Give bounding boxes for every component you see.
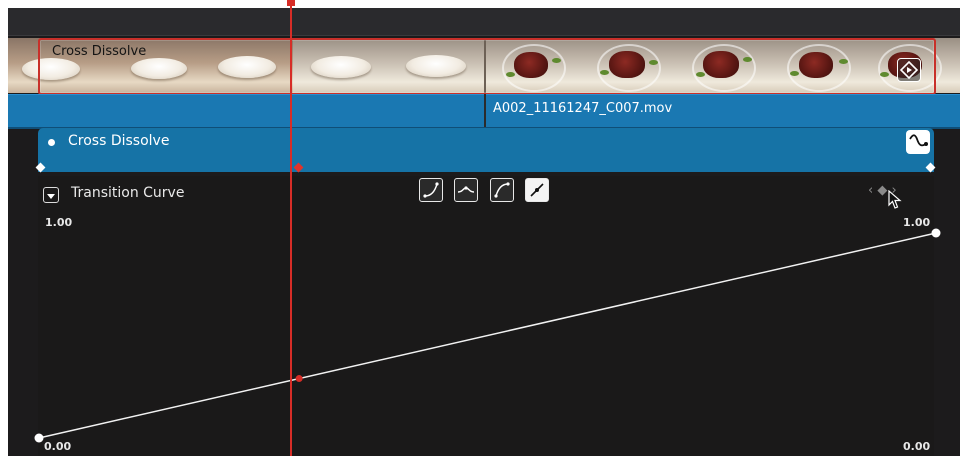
effect-header-bar[interactable]	[38, 128, 934, 158]
timeline-panel: Cross Dissolve A002_11161247_C007.mov Cr…	[8, 8, 960, 456]
ease-in-out-icon[interactable]	[454, 178, 478, 202]
timeline-ruler[interactable]	[8, 8, 960, 35]
effect-enabled-dot-icon[interactable]	[48, 139, 55, 146]
transition-name: Cross Dissolve	[52, 44, 147, 59]
clip-edit-point	[484, 94, 486, 127]
keyframe-toggle-icon[interactable]	[897, 58, 921, 82]
ease-out-icon[interactable]	[490, 178, 514, 202]
clip-filename: A002_11161247_C007.mov	[493, 101, 673, 116]
editor-stage: Cross Dissolve A002_11161247_C007.mov Cr…	[0, 0, 960, 456]
transition-curve-label: Transition Curve	[71, 185, 185, 201]
y-max-label-right: 1.00	[903, 216, 931, 229]
transition-clip-outline[interactable]	[38, 38, 936, 95]
keyframe-track[interactable]	[38, 158, 934, 172]
ease-in-icon[interactable]	[419, 178, 443, 202]
effect-name: Cross Dissolve	[68, 133, 170, 149]
playhead[interactable]	[290, 0, 292, 456]
y-min-label-left: 0.00	[44, 440, 72, 453]
linear-icon[interactable]	[525, 178, 549, 202]
collapse-toggle-icon[interactable]	[43, 187, 59, 203]
curve-editor-toggle-icon[interactable]	[906, 130, 930, 154]
ruler-divider	[8, 35, 960, 36]
transition-curve-graph[interactable]	[38, 176, 934, 456]
y-min-label-right: 0.00	[903, 440, 931, 453]
playhead-handle[interactable]	[287, 0, 295, 6]
y-max-label-left: 1.00	[45, 216, 73, 229]
mouse-cursor-icon	[888, 189, 902, 214]
